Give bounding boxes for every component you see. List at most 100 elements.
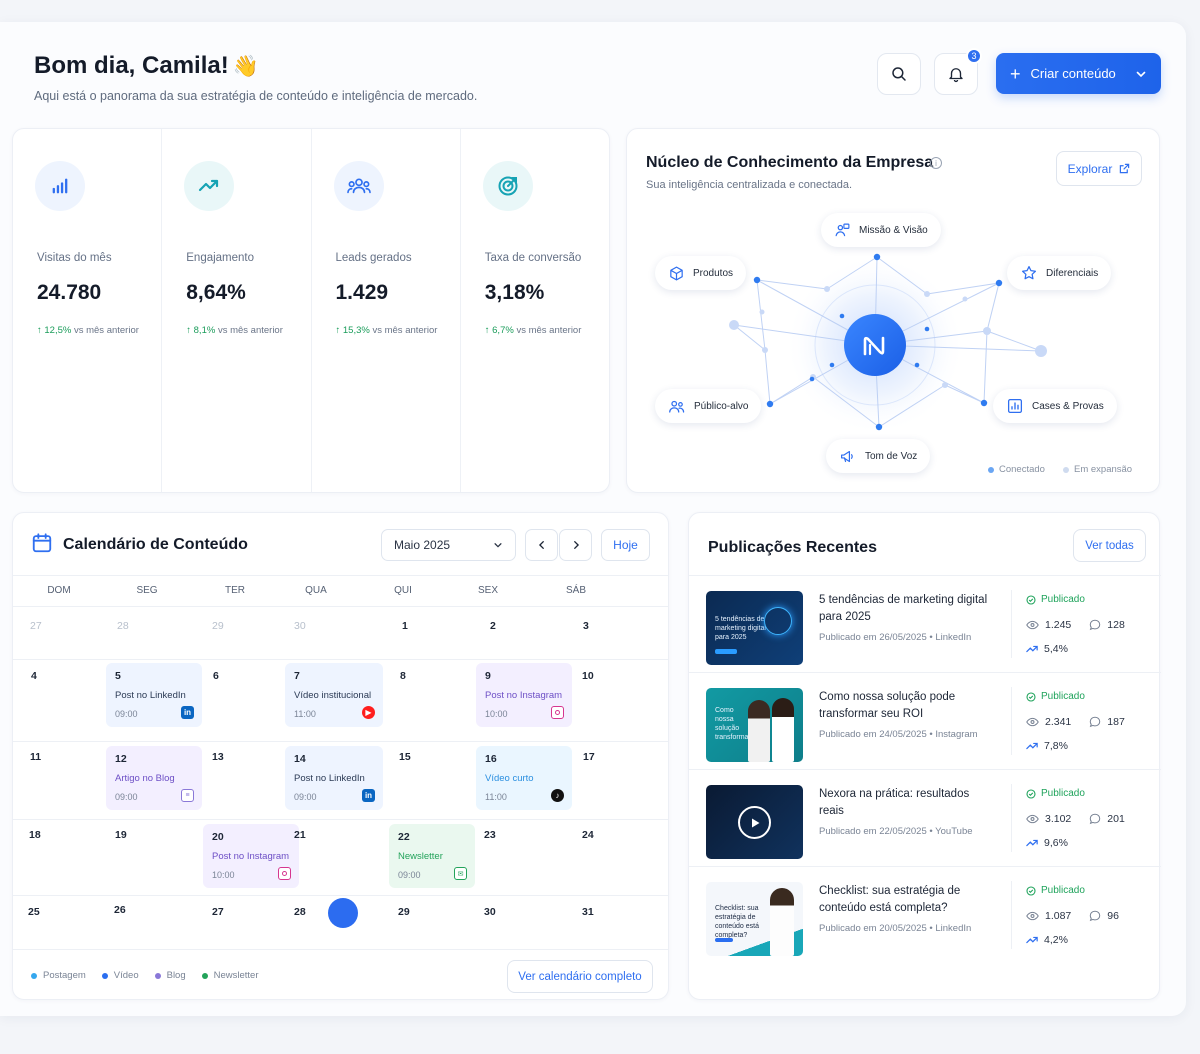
calendar-day[interactable]: 27 [212,906,224,918]
calendar-day[interactable]: 1 [402,620,408,632]
node-label: Cases & Provas [1032,400,1104,412]
node-products[interactable]: Produtos [655,256,747,290]
calendar-event[interactable]: 14 Post no LinkedIn 09:00 in [285,746,383,810]
publication-row[interactable]: Como nossa solução transforma Como nossa… [689,672,1161,769]
node-label: Missão & Visão [859,224,928,236]
calendar-day[interactable]: 17 [583,751,595,763]
calendar-day[interactable]: 21 [294,829,306,841]
calendar-event[interactable]: 7 Vídeo institucional 11:00 ▶ [285,663,383,727]
month-select[interactable]: Maio 2025 [381,529,516,561]
calendar-day[interactable]: 29 [398,906,410,918]
thumbnail-button [715,649,737,654]
knowledge-hub-card: Núcleo de Conhecimento da Empresa i Sua … [626,128,1160,493]
calendar-event[interactable]: 12 Artigo no Blog 09:00 ≡ [106,746,202,810]
node-cases[interactable]: Cases & Provas [993,389,1117,423]
notifications-button[interactable]: 3 [934,48,982,95]
calendar-day[interactable]: 11 [30,751,41,763]
event-day: 5 [115,670,121,682]
weekday-label: SÁB [565,585,586,596]
weekday-label: DOM [47,585,71,596]
calendar-day[interactable]: 10 [582,670,594,682]
create-content-button[interactable]: + Criar conteúdo [996,53,1161,94]
mail-icon: ✉ [454,867,467,880]
metric-label: Engajamento [186,252,255,264]
comments-count: 187 [1107,716,1125,728]
calendar-day[interactable]: 27 [30,620,42,632]
metric-leads[interactable]: Leads gerados 1.429 ↑ 15,3% vs mês anter… [312,129,461,492]
comment-icon [1090,619,1101,631]
weekday-label: SEX [477,585,498,596]
week-divider [13,659,668,660]
calendar-day[interactable]: 15 [399,751,411,763]
linkedin-icon: in [181,706,194,719]
event-day: 20 [212,831,224,843]
check-circle-icon [1026,594,1036,605]
full-calendar-button[interactable]: Ver calendário completo [507,960,653,993]
calendar-day[interactable]: 19 [115,829,127,841]
node-mission-vision[interactable]: Missão & Visão [821,213,941,247]
event-title: Post no Instagram [485,690,563,701]
target-icon [482,161,533,211]
metric-label: Taxa de conversão [484,252,582,264]
publication-row[interactable]: Checklist: sua estratégia de conteúdo es… [689,866,1161,963]
calendar-day[interactable]: 13 [212,751,224,763]
user-presentation-icon [835,223,850,236]
month-select-value: Maio 2025 [394,538,451,552]
prev-month-button[interactable] [525,529,558,561]
weekday-label: QUA [305,585,327,596]
calendar-day[interactable]: 28 [117,620,129,632]
calendar-day[interactable]: 28 [294,906,306,918]
publication-thumbnail: 5 tendências de marketing digital para 2… [706,591,803,665]
publication-thumbnail [706,785,803,859]
calendar-day[interactable]: 2 [490,620,496,632]
publication-row[interactable]: 5 tendências de marketing digital para 2… [689,575,1161,672]
calendar-event[interactable]: 9 Post no Instagram 10:00 [476,663,572,727]
calendar-day[interactable]: 29 [212,620,224,632]
calendar-day[interactable]: 25 [28,906,40,918]
calendar-event[interactable]: 16 Vídeo curto 11:00 ♪ [476,746,572,810]
recent-title: Publicações Recentes [708,539,877,556]
calendar-day[interactable]: 30 [484,906,496,918]
legend-expanding: Em expansão [1063,464,1132,475]
today-button[interactable]: Hoje [601,529,650,561]
today-indicator[interactable] [328,898,358,928]
person-image [770,888,794,956]
calendar-day[interactable]: 6 [213,670,219,682]
comments-count: 96 [1107,910,1119,922]
metric-conversion[interactable]: Taxa de conversão 3,18% ↑ 6,7% vs mês an… [461,129,609,492]
metric-visits[interactable]: Visitas do mês 24.780 ↑ 12,5% vs mês ant… [13,129,163,492]
node-audience[interactable]: Público-alvo [655,389,762,423]
next-month-button[interactable] [559,529,592,561]
search-button[interactable] [877,53,921,95]
calendar-event[interactable]: 20 Post no Instagram 10:00 [203,824,299,888]
status-badge: Publicado [1026,691,1085,702]
calendar-day[interactable]: 30 [294,620,306,632]
weekday-label: SEG [136,585,158,596]
metric-trend: ↑ 6,7% vs mês anterior [484,325,582,336]
node-label: Público-alvo [694,400,749,412]
metric-trend: ↑ 15,3% vs mês anterior [335,325,438,336]
publication-title: Nexora na prática: resultados reais [819,788,970,817]
thumbnail-text: Como nossa solução transforma [715,707,749,741]
publication-title: Checklist: sua estratégia de conteúdo es… [819,885,961,914]
calendar-day[interactable]: 8 [400,670,406,682]
event-day: 16 [485,753,497,765]
calendar-day[interactable]: 31 [582,906,594,918]
calendar-day[interactable]: 26 [114,904,126,916]
chart-icon [1007,398,1023,414]
metric-engagement[interactable]: Engajamento 8,64% ↑ 8,1% vs mês anterior [162,129,312,492]
node-tone-of-voice[interactable]: Tom de Voz [826,439,931,473]
calendar-day[interactable]: 23 [484,829,496,841]
publication-row[interactable]: Nexora na prática: resultados reais Publ… [689,769,1161,866]
calendar-day[interactable]: 18 [29,829,41,841]
calendar-day[interactable]: 3 [583,620,589,632]
eye-icon [1026,620,1039,630]
node-differentials[interactable]: Diferenciais [1007,256,1112,290]
calendar-event[interactable]: 22 Newsletter 09:00 ✉ [389,824,475,888]
calendar-day[interactable]: 4 [31,670,37,682]
calendar-day[interactable]: 24 [582,829,594,841]
calendar-event[interactable]: 5 Post no LinkedIn 09:00 in [106,663,202,727]
comment-icon [1090,910,1101,922]
see-all-button[interactable]: Ver todas [1073,529,1146,562]
weekday-header: DOM SEG TER QUA QUI SEX SÁB [13,575,668,607]
